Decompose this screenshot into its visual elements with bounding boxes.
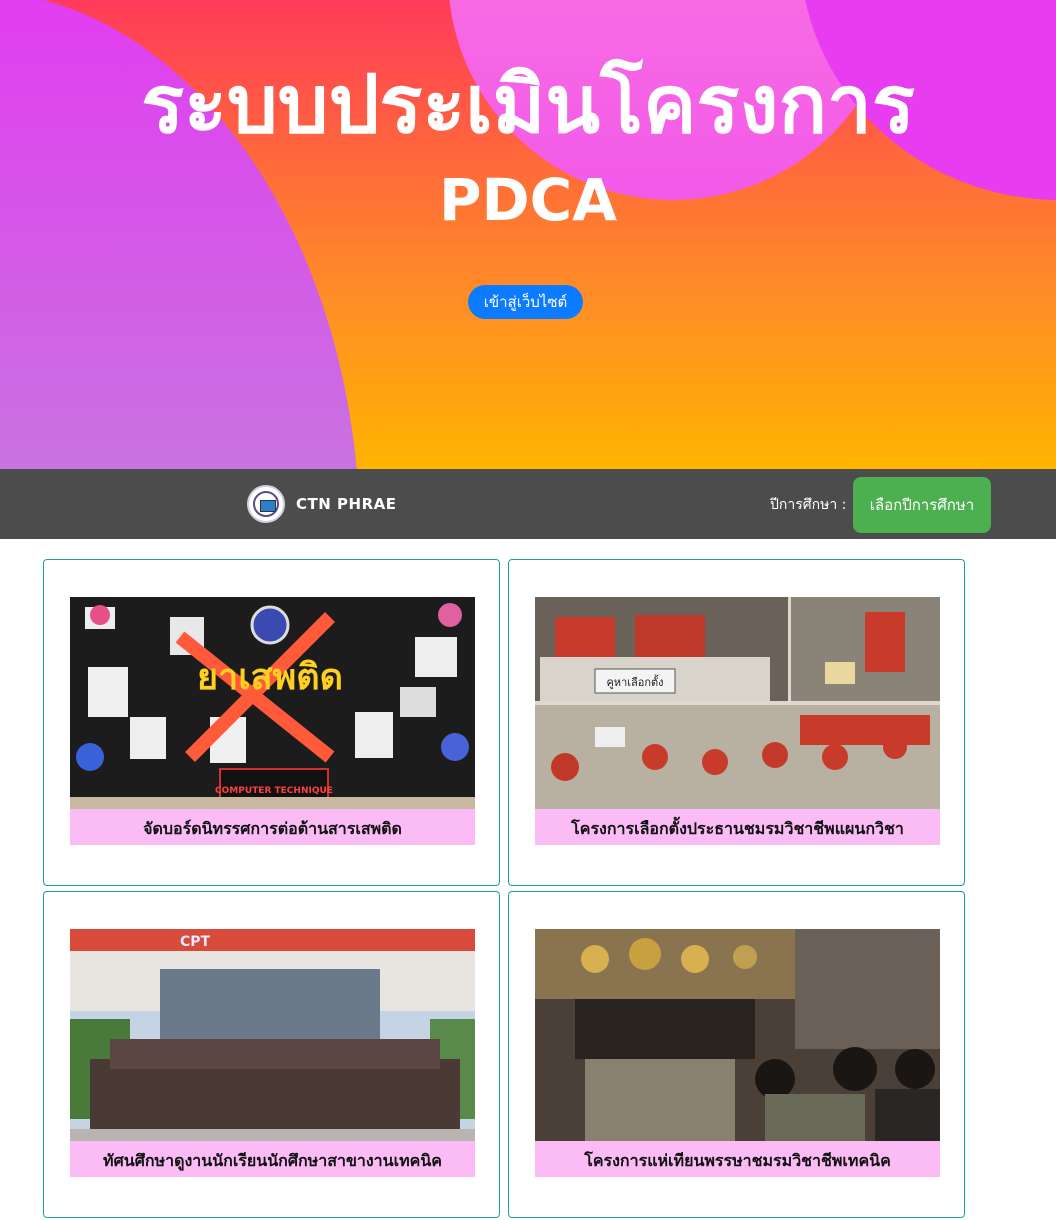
image-subtext: COMPUTER TECHNIQUE <box>215 786 333 796</box>
project-card[interactable]: คูหาเลือกตั้ง โครงการเลือกตั้งประธานชมรม… <box>508 559 965 886</box>
image-booth-text: คูหาเลือกตั้ง <box>606 674 663 689</box>
brand-name: CTN PHRAE <box>296 495 397 513</box>
project-title: จัดบอร์ดนิทรรศการต่อต้านสารเสพติด <box>70 809 475 845</box>
project-image-election: คูหาเลือกตั้ง <box>535 597 940 809</box>
image-sign-text: CPT <box>180 934 211 950</box>
project-card[interactable]: ยาเสพติด COMPUTER TECHNIQUE จัดบอร์ดนิทร… <box>43 559 500 886</box>
project-title: ทัศนศึกษาดูงานนักเรียนนักศึกษาสาขางานเทค… <box>70 1141 475 1177</box>
project-card[interactable]: CPT ทัศนศึกษาดูงานนักเรียนนักศึกษาสาขางา… <box>43 891 500 1218</box>
hero-title: ระบบประเมินโครงการ <box>141 58 915 151</box>
project-title: โครงการแห่เทียนพรรษาชมรมวิชาชีพเทคนิค <box>535 1141 940 1177</box>
navbar: CTN PHRAE ปีการศึกษา : เลือกปีการศึกษา <box>0 469 1056 539</box>
project-image-anti-drug-board: ยาเสพติด COMPUTER TECHNIQUE <box>70 597 475 809</box>
hero-subtitle: PDCA <box>438 166 618 234</box>
college-logo-icon <box>247 485 285 523</box>
project-image-field-trip: CPT <box>70 929 475 1141</box>
academic-year-label: ปีการศึกษา : <box>770 497 847 513</box>
select-academic-year-button[interactable]: เลือกปีการศึกษา <box>853 477 991 533</box>
image-heading-text: ยาเสพติด <box>197 657 343 698</box>
project-title: โครงการเลือกตั้งประธานชมรมวิชาชีพแผนกวิช… <box>535 809 940 845</box>
project-image-candle-procession <box>535 929 940 1141</box>
hero-banner: ระบบประเมินโครงการ PDCA เข้าสู่เว็บไซต์ <box>0 0 1056 469</box>
brand-link[interactable]: CTN PHRAE <box>247 483 396 525</box>
enter-website-button[interactable]: เข้าสู่เว็บไซต์ <box>468 285 583 319</box>
project-card[interactable]: โครงการแห่เทียนพรรษาชมรมวิชาชีพเทคนิค <box>508 891 965 1218</box>
